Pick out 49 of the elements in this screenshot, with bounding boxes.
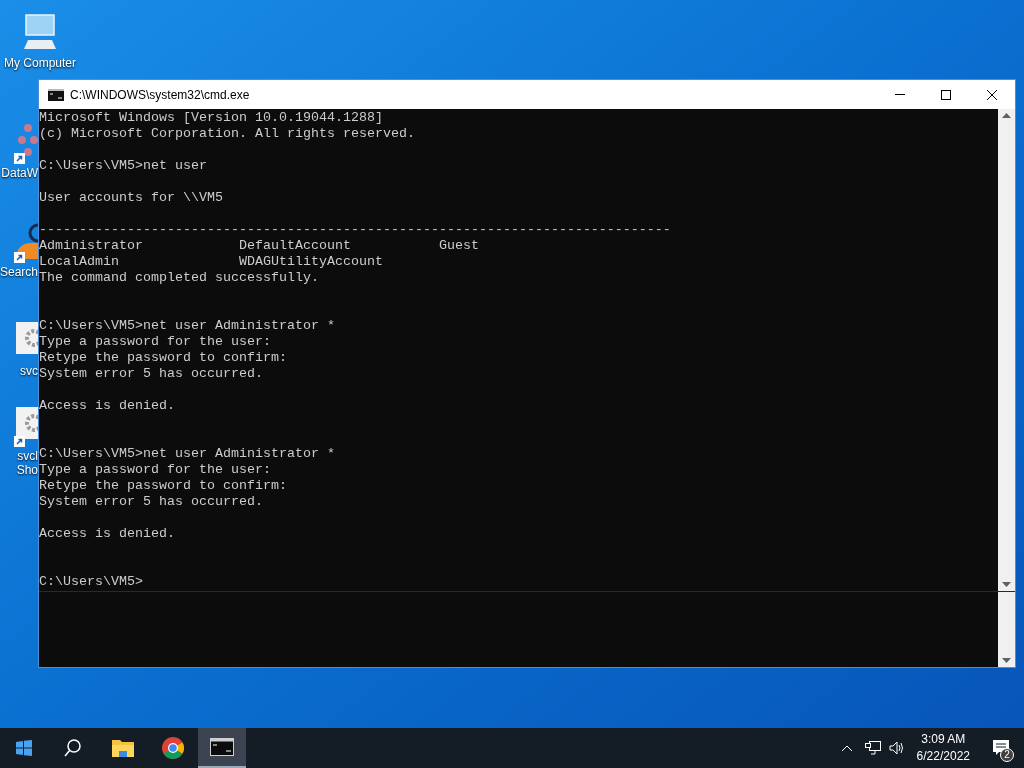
minimize-icon xyxy=(895,94,905,95)
speaker-icon[interactable] xyxy=(888,741,905,755)
console-line: Type a password for the user: xyxy=(39,334,272,350)
windows-logo-icon xyxy=(16,740,32,756)
console-line: LocalAdmin WDAGUtilityAccount xyxy=(39,254,384,270)
desktop-icon-label[interactable]: My Computer xyxy=(4,56,76,70)
console-line: User accounts for \\VM5 xyxy=(39,190,224,206)
console-line: C:\Users\VM5> xyxy=(39,574,144,590)
console-line: The command completed successfully. xyxy=(39,270,320,286)
network-icon[interactable] xyxy=(864,741,881,755)
folder-icon xyxy=(111,737,135,759)
console-line: Access is denied. xyxy=(39,526,176,542)
console-line: C:\Users\VM5>net user Administrator * xyxy=(39,446,336,462)
console-line: Retype the password to confirm: xyxy=(39,478,288,494)
search-icon xyxy=(63,738,83,758)
console-line: Microsoft Windows [Version 10.0.19044.1288] xyxy=(39,110,384,126)
console-line: C:\Users\VM5>net user Administrator * xyxy=(39,318,336,334)
desktop-icon-label[interactable]: Search xyxy=(0,265,38,279)
window-title: C:\WINDOWS\system32\cmd.exe xyxy=(70,86,250,104)
console-line: C:\Users\VM5>net user xyxy=(39,158,208,174)
clock-time[interactable]: 3:09 AM xyxy=(921,731,966,748)
terminal-icon xyxy=(210,738,234,756)
desktop-icon-label[interactable]: svc xyxy=(20,364,38,378)
desktop-icon-label[interactable]: svcl Sho xyxy=(16,449,38,477)
console-line: Access is denied. xyxy=(39,398,176,414)
taskbar-button[interactable] xyxy=(198,728,246,768)
gear-icon xyxy=(16,407,38,439)
console-line: Retype the password to confirm: xyxy=(39,350,288,366)
console-line: System error 5 has occurred. xyxy=(39,366,264,382)
desktop-icon-label[interactable]: DataW xyxy=(1,166,38,180)
scroll-up-icon xyxy=(1002,113,1011,118)
notification-badge: 2 xyxy=(1000,748,1014,762)
clock-date[interactable]: 6/22/2022 xyxy=(916,748,970,765)
scrollbar[interactable] xyxy=(998,592,1015,667)
scroll-down-icon xyxy=(1002,582,1011,587)
scrollbar[interactable] xyxy=(998,109,1015,591)
console-line: (c) Microsoft Corporation. All rights reserved. xyxy=(39,126,416,142)
console-line: Administrator DefaultAccount Guest xyxy=(39,238,480,254)
console-line: ------------------------------------------------------------------------------- xyxy=(39,222,672,238)
console-line: Type a password for the user: xyxy=(39,462,272,478)
gear-icon xyxy=(16,322,38,354)
scroll-down-icon xyxy=(1002,658,1011,663)
maximize-icon xyxy=(941,89,951,100)
close-icon xyxy=(987,89,997,100)
browser-icon xyxy=(161,736,185,760)
chevron-up-icon[interactable] xyxy=(840,744,853,752)
notification-button[interactable]: 2 xyxy=(978,728,1024,768)
console-line: System error 5 has occurred. xyxy=(39,494,264,510)
terminal-icon xyxy=(48,88,64,101)
